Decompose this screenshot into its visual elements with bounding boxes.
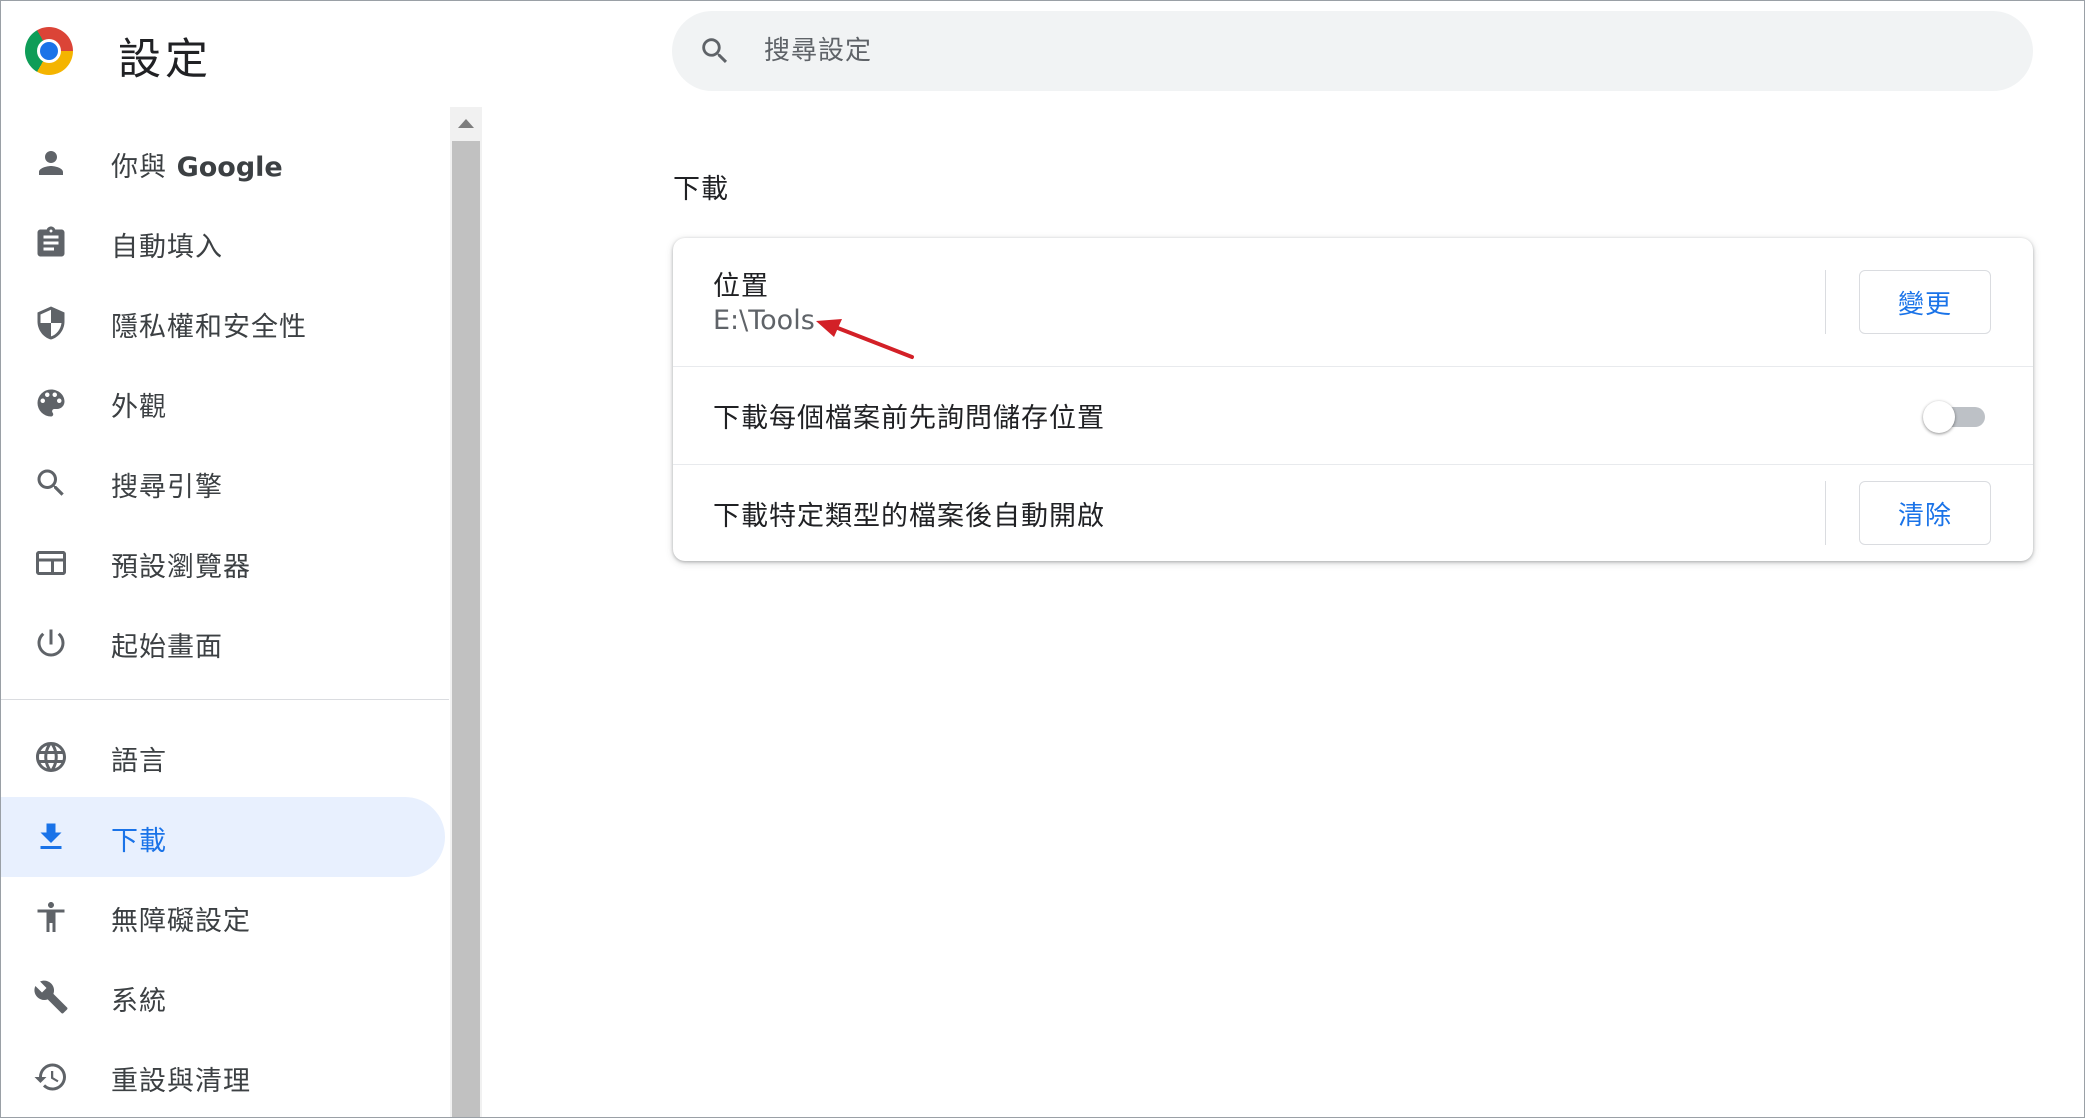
settings-window: 設定 你與 Google 自動填入 隱私權和安全性 外觀 搜尋引擎 — [0, 0, 2085, 1118]
toggle-knob — [1923, 401, 1955, 433]
row-separator — [1825, 270, 1826, 334]
sidebar-divider — [1, 699, 449, 700]
wrench-icon — [33, 979, 69, 1015]
clipboard-icon — [33, 225, 69, 261]
sidebar-item-label: 外觀 — [111, 392, 167, 423]
sidebar-item-label: 起始畫面 — [111, 632, 223, 663]
palette-icon — [33, 385, 69, 421]
sidebar-item-system[interactable]: 系統 — [1, 957, 445, 1037]
sidebar-item-on-startup[interactable]: 起始畫面 — [1, 603, 445, 683]
sidebar-item-autofill[interactable]: 自動填入 — [1, 203, 445, 283]
sidebar-item-reset[interactable]: 重設與清理 — [1, 1037, 445, 1117]
auto-open-label: 下載特定類型的檔案後自動開啟 — [713, 500, 1105, 532]
globe-icon — [33, 739, 69, 775]
location-value: E:\Tools — [713, 305, 815, 336]
annotation-arrow-icon — [816, 319, 914, 359]
sidebar-item-label: 搜尋引擎 — [111, 472, 223, 503]
change-location-button[interactable]: 變更 — [1859, 270, 1991, 334]
section-title-downloads: 下載 — [673, 174, 729, 205]
sidebar-item-label: 自動填入 — [111, 232, 223, 263]
sidebar-item-search-engine[interactable]: 搜尋引擎 — [1, 443, 445, 523]
sidebar-item-label: 你與 Google — [111, 152, 283, 183]
sidebar-item-label: 隱私權和安全性 — [111, 312, 307, 343]
sidebar-nav: 你與 Google 自動填入 隱私權和安全性 外觀 搜尋引擎 預設瀏覽器 起始畫… — [1, 111, 449, 1117]
search-bar[interactable] — [672, 11, 2033, 91]
power-icon — [33, 625, 69, 661]
sidebar-scrollbar[interactable] — [450, 107, 482, 1117]
sidebar-item-label: 無障礙設定 — [111, 906, 251, 937]
sidebar-item-default-browser[interactable]: 預設瀏覽器 — [1, 523, 445, 603]
auto-open-row: 下載特定類型的檔案後自動開啟 清除 — [673, 464, 2033, 561]
search-icon — [33, 465, 69, 501]
page-title: 設定 — [118, 35, 212, 85]
row-separator — [1825, 481, 1826, 545]
person-icon — [33, 145, 69, 181]
sidebar-item-accessibility[interactable]: 無障礙設定 — [1, 877, 445, 957]
ask-location-row[interactable]: 下載每個檔案前先詢問儲存位置 — [673, 366, 2033, 464]
sidebar-item-privacy[interactable]: 隱私權和安全性 — [1, 283, 445, 363]
shield-icon — [33, 305, 69, 341]
downloads-settings-card: 位置 E:\Tools 變更 下載每個檔案前先詢問儲存位置 下載特定類型的檔案後… — [673, 238, 2033, 561]
sidebar-item-label: 語言 — [111, 746, 167, 777]
search-icon — [698, 34, 732, 68]
accessibility-icon — [33, 899, 69, 935]
history-icon — [33, 1059, 69, 1095]
scroll-up-arrow-icon[interactable] — [450, 107, 482, 139]
sidebar-item-label: 下載 — [111, 826, 167, 857]
download-icon — [33, 819, 69, 855]
location-label: 位置 — [713, 271, 769, 302]
search-input[interactable] — [764, 27, 1964, 75]
sidebar-item-label: 重設與清理 — [111, 1066, 251, 1097]
browser-window-icon — [33, 545, 69, 581]
sidebar-item-appearance[interactable]: 外觀 — [1, 363, 445, 443]
chrome-logo-icon — [25, 27, 73, 75]
ask-location-toggle[interactable] — [1923, 401, 1989, 433]
sidebar-item-languages[interactable]: 語言 — [1, 717, 445, 797]
scrollbar-thumb[interactable] — [452, 141, 480, 1117]
ask-location-label: 下載每個檔案前先詢問儲存位置 — [713, 403, 1105, 434]
sidebar-item-label: 系統 — [111, 986, 167, 1017]
sidebar-item-you-and-google[interactable]: 你與 Google — [1, 123, 445, 203]
sidebar-item-label: 預設瀏覽器 — [111, 552, 251, 583]
clear-auto-open-button[interactable]: 清除 — [1859, 481, 1991, 545]
sidebar-item-downloads[interactable]: 下載 — [1, 797, 445, 877]
